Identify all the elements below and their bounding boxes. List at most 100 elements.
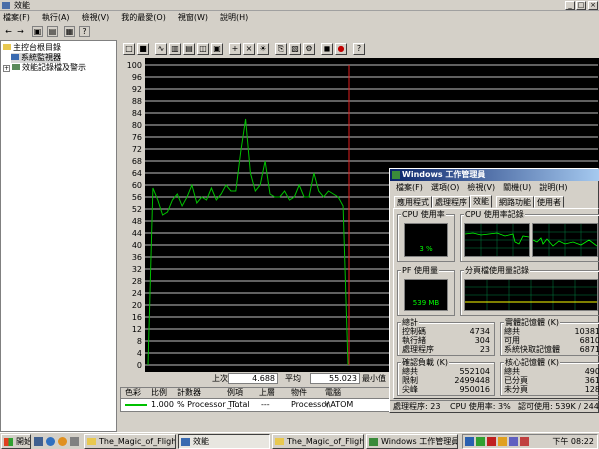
tm-title-bar: Windows 工作管理員 bbox=[390, 169, 599, 181]
tree-item-perf-logs[interactable]: + 效能記錄檔及警示 bbox=[3, 63, 86, 73]
legend-col-computer[interactable]: 電腦 bbox=[325, 388, 341, 398]
y-tick-label: 76 bbox=[132, 133, 142, 142]
menu-window[interactable]: 視窗(W) bbox=[178, 12, 208, 24]
tab-users[interactable]: 使用者 bbox=[534, 196, 564, 208]
current-activity-icon[interactable]: ◫ bbox=[197, 43, 209, 55]
quicklaunch-icon[interactable] bbox=[70, 437, 79, 446]
taskbar: 開始 The_Magic_of_Flight_1080 效能 The_Magic… bbox=[0, 432, 599, 449]
taskbar-button-folder-2[interactable]: The_Magic_of_Flight_10... bbox=[272, 434, 364, 449]
tm-menu-file[interactable]: 檔案(F) bbox=[396, 182, 423, 194]
tree-root[interactable]: 主控台根目錄 bbox=[3, 43, 61, 53]
last-label: 上次 bbox=[212, 374, 228, 383]
clock: 下午 08:22 bbox=[552, 437, 594, 446]
pf-history-label: 分頁檔使用量記錄 bbox=[464, 266, 530, 275]
y-tick-label: 32 bbox=[132, 265, 142, 274]
minimize-button[interactable]: _ bbox=[565, 1, 575, 10]
y-tick-label: 40 bbox=[132, 241, 142, 250]
close-button[interactable]: × bbox=[588, 1, 598, 10]
chart-help-icon[interactable]: ? bbox=[353, 43, 365, 55]
tab-networking[interactable]: 網路功能 bbox=[496, 196, 534, 208]
expand-icon[interactable]: + bbox=[3, 65, 10, 72]
y-tick-label: 28 bbox=[132, 277, 142, 286]
cpu-usage-label: CPU 使用率 bbox=[401, 210, 446, 219]
legend-col-instance[interactable]: 例項 bbox=[227, 388, 243, 398]
show-desktop-icon[interactable] bbox=[34, 437, 43, 446]
y-tick-label: 80 bbox=[132, 121, 142, 130]
tab-processes[interactable]: 處理程序 bbox=[432, 196, 470, 208]
new-counter-set-icon[interactable]: □ bbox=[123, 43, 135, 55]
view-graph-icon[interactable]: ∿ bbox=[155, 43, 167, 55]
taskbar-button-folder-1[interactable]: The_Magic_of_Flight_1080 bbox=[84, 434, 176, 449]
delete-counter-icon[interactable]: × bbox=[243, 43, 255, 55]
app-icon bbox=[2, 2, 10, 9]
tm-menu-shutdown[interactable]: 關機(U) bbox=[503, 182, 531, 194]
view-report-icon[interactable]: ▤ bbox=[183, 43, 195, 55]
maximize-button[interactable]: □ bbox=[576, 1, 586, 10]
legend-col-scale[interactable]: 比例 bbox=[151, 388, 167, 398]
tray-icon-taskmgr[interactable] bbox=[476, 437, 485, 446]
legend-col-parent[interactable]: 上層 bbox=[259, 388, 275, 398]
update-data-icon[interactable]: ● bbox=[335, 43, 347, 55]
legend-col-counter[interactable]: 計數器 bbox=[177, 388, 201, 398]
y-tick-label: 72 bbox=[132, 145, 142, 154]
y-tick-label: 12 bbox=[132, 325, 142, 334]
task-manager-window: Windows 工作管理員 檔案(F) 選項(O) 檢視(V) 關機(U) 說明… bbox=[389, 168, 599, 413]
up-folder-icon[interactable]: ▣ bbox=[32, 26, 43, 37]
legend-col-color[interactable]: 色彩 bbox=[125, 388, 141, 398]
y-tick-label: 100 bbox=[127, 61, 142, 70]
avg-value: 55.023 bbox=[310, 373, 360, 384]
tab-applications[interactable]: 應用程式 bbox=[394, 196, 432, 208]
forward-icon[interactable]: → bbox=[15, 26, 26, 37]
browser-icon[interactable] bbox=[46, 437, 55, 446]
tm-status-bar: 處理程序: 23 CPU 使用率: 3% 認可使用: 539K / 2440K bbox=[390, 400, 599, 413]
add-counter-icon[interactable]: + bbox=[229, 43, 241, 55]
media-icon[interactable] bbox=[58, 437, 67, 446]
log-data-icon[interactable]: ▣ bbox=[211, 43, 223, 55]
tm-menu-bar: 檔案(F) 選項(O) 檢視(V) 關機(U) 說明(H) bbox=[392, 182, 598, 194]
highlight-icon[interactable]: ☀ bbox=[257, 43, 269, 55]
legend-col-object[interactable]: 物件 bbox=[291, 388, 307, 398]
tm-title: Windows 工作管理員 bbox=[402, 170, 486, 179]
folder-icon bbox=[275, 438, 284, 445]
y-tick-label: 84 bbox=[132, 109, 142, 118]
show-tree-icon[interactable]: ▤ bbox=[47, 26, 58, 37]
tree-item-system-monitor[interactable]: 系統監視器 bbox=[11, 53, 61, 63]
series-line bbox=[147, 118, 349, 366]
tm-menu-help[interactable]: 說明(H) bbox=[539, 182, 567, 194]
system-tray: 下午 08:22 bbox=[462, 434, 598, 449]
y-tick-label: 64 bbox=[132, 169, 142, 178]
menu-file[interactable]: 檔案(F) bbox=[3, 12, 30, 24]
main-toolbar: ← → ▣ ▤ ▦ ? bbox=[0, 24, 599, 40]
view-histogram-icon[interactable]: ▥ bbox=[169, 43, 181, 55]
taskbar-button-task-manager[interactable]: Windows 工作管理員 bbox=[366, 434, 458, 449]
copy-icon[interactable]: ⎘ bbox=[275, 43, 287, 55]
y-tick-label: 4 bbox=[137, 349, 142, 358]
menu-help[interactable]: 說明(H) bbox=[220, 12, 248, 24]
start-button[interactable]: 開始 bbox=[1, 434, 31, 449]
tray-icon-network[interactable] bbox=[465, 437, 474, 446]
menu-action[interactable]: 執行(A) bbox=[42, 12, 70, 24]
back-icon[interactable]: ← bbox=[3, 26, 14, 37]
clear-display-icon[interactable]: ■ bbox=[137, 43, 149, 55]
menu-view[interactable]: 檢視(V) bbox=[82, 12, 110, 24]
help-icon[interactable]: ? bbox=[79, 26, 90, 37]
tm-menu-options[interactable]: 選項(O) bbox=[431, 182, 460, 194]
taskbar-button-performance[interactable]: 效能 bbox=[178, 434, 270, 449]
physical-memory-label: 實體記憶體 (K) bbox=[504, 318, 561, 327]
tm-menu-view[interactable]: 檢視(V) bbox=[467, 182, 495, 194]
freeze-display-icon[interactable]: ◼ bbox=[321, 43, 333, 55]
totals-processes: 處理程序 23 bbox=[402, 345, 490, 354]
chart-properties-icon[interactable]: ⚙ bbox=[303, 43, 315, 55]
tray-icon-volume[interactable] bbox=[498, 437, 507, 446]
tab-performance[interactable]: 效能 bbox=[470, 195, 492, 208]
paste-icon[interactable]: ▧ bbox=[289, 43, 301, 55]
tray-icon-security[interactable] bbox=[520, 437, 529, 446]
cpu-usage-meter: 3 % bbox=[404, 223, 448, 257]
menu-favorites[interactable]: 我的最愛(O) bbox=[121, 12, 166, 24]
status-processes: 處理程序: 23 bbox=[393, 402, 441, 411]
tray-icon-antivirus[interactable] bbox=[487, 437, 496, 446]
properties-icon[interactable]: ▦ bbox=[64, 26, 75, 37]
legend-object: Processor bbox=[291, 400, 330, 409]
tray-icon-display[interactable] bbox=[509, 437, 518, 446]
legend-color-swatch bbox=[125, 404, 147, 406]
